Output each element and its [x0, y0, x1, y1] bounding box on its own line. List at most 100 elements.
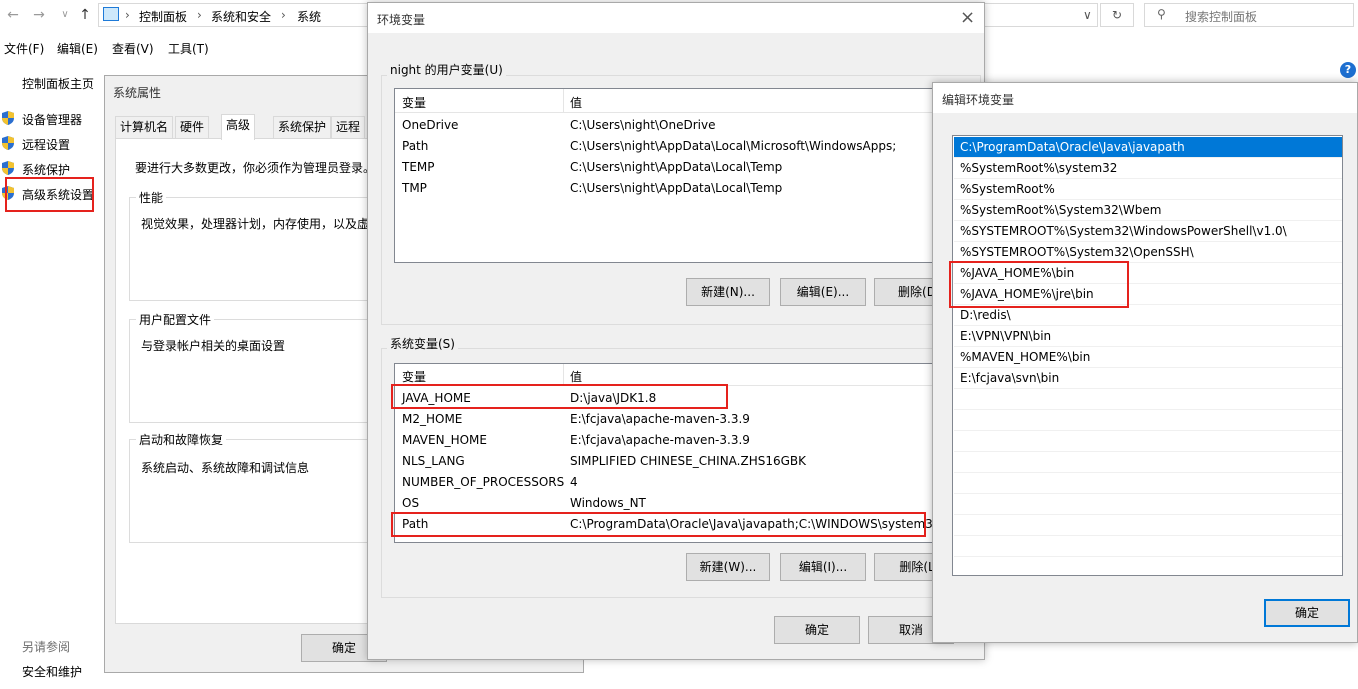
var-value: E:\fcjava\apache-maven-3.3.9	[570, 433, 750, 447]
tab-hardware[interactable]: 硬件	[175, 116, 210, 138]
user-new-button[interactable]: 新建(N)...	[686, 278, 770, 306]
var-name: M2_HOME	[402, 412, 463, 426]
user-vars-label: night 的用户变量(U)	[387, 61, 506, 78]
dialog-title: 系统属性	[113, 86, 162, 100]
search-icon: ⚲	[1157, 7, 1166, 21]
list-item	[954, 389, 1342, 410]
control-panel-home-link[interactable]: 控制面板主页	[22, 75, 94, 92]
breadcrumb-system[interactable]: 系统	[297, 8, 321, 25]
var-name: OS	[402, 496, 420, 510]
list-item[interactable]: %SystemRoot%	[954, 179, 1342, 200]
system-protection-link[interactable]: 系统保护	[22, 161, 70, 178]
security-maintenance-link[interactable]: 安全和维护	[22, 663, 82, 680]
list-item	[954, 536, 1342, 557]
var-name: NUMBER_OF_PROCESSORS	[402, 475, 565, 489]
list-item[interactable]: OneDrive C:\Users\night\OneDrive	[395, 115, 985, 136]
breadcrumb-separator-icon: ›	[197, 8, 202, 22]
startup-recovery-desc: 系统启动、系统故障和调试信息	[141, 461, 310, 475]
performance-label: 性能	[136, 189, 167, 206]
list-header: 变量 值	[395, 89, 985, 113]
performance-desc: 视觉效果，处理器计划，内存使用，以及虚	[141, 217, 370, 231]
list-item[interactable]: D:\redis\	[954, 305, 1342, 326]
list-item[interactable]: %SystemRoot%\System32\Wbem	[954, 200, 1342, 221]
tab-computer-name[interactable]: 计算机名	[115, 116, 174, 138]
path-list[interactable]: C:\ProgramData\Oracle\Java\javapath %Sys…	[952, 135, 1343, 576]
list-item[interactable]: %SYSTEMROOT%\System32\WindowsPowerShell\…	[954, 221, 1342, 242]
help-icon[interactable]: ?	[1340, 62, 1356, 78]
column-header-value[interactable]: 值	[570, 368, 582, 385]
tab-advanced[interactable]: 高级	[221, 114, 256, 140]
list-item	[954, 473, 1342, 494]
highlight-box	[391, 384, 728, 409]
menu-edit[interactable]: 编辑(E)	[57, 40, 98, 57]
tab-system-protection[interactable]: 系统保护	[273, 116, 332, 138]
breadcrumb-separator-icon: ›	[125, 8, 130, 22]
list-item[interactable]: OS Windows_NT	[395, 493, 985, 514]
list-item[interactable]: %MAVEN_HOME%\bin	[954, 347, 1342, 368]
list-item	[954, 452, 1342, 473]
column-header-variable[interactable]: 变量	[402, 94, 426, 111]
list-item[interactable]: %SystemRoot%\system32	[954, 158, 1342, 179]
chevron-down-icon[interactable]: ∨	[1083, 8, 1092, 22]
var-value: Windows_NT	[570, 496, 646, 510]
breadcrumb-control-panel[interactable]: 控制面板	[139, 8, 187, 25]
control-panel-icon	[103, 7, 119, 21]
up-arrow-icon[interactable]: ↑	[76, 6, 94, 24]
column-header-variable[interactable]: 变量	[402, 368, 426, 385]
highlight-box	[391, 512, 926, 537]
user-profile-label: 用户配置文件	[136, 311, 215, 328]
refresh-icon[interactable]: ↻	[1100, 3, 1134, 27]
list-item[interactable]: TMP C:\Users\night\AppData\Local\Temp	[395, 178, 985, 199]
highlight-box	[949, 261, 1129, 308]
menu-tools[interactable]: 工具(T)	[168, 40, 209, 57]
chevron-down-icon[interactable]: ∨	[56, 6, 74, 24]
close-icon[interactable]: ×	[960, 7, 975, 28]
list-item[interactable]: NLS_LANG SIMPLIFIED CHINESE_CHINA.ZHS16GB…	[395, 451, 985, 472]
list-item[interactable]: E:\VPN\VPN\bin	[954, 326, 1342, 347]
tab-remote[interactable]: 远程	[331, 116, 366, 138]
dialog-title: 环境变量	[377, 13, 426, 27]
search-placeholder: 搜索控制面板	[1185, 10, 1258, 24]
menu-view[interactable]: 查看(V)	[112, 40, 154, 57]
menu-file[interactable]: 文件(F)	[4, 40, 44, 57]
column-divider	[563, 364, 564, 386]
list-item[interactable]: TEMP C:\Users\night\AppData\Local\Temp	[395, 157, 985, 178]
remote-settings-link[interactable]: 远程设置	[22, 136, 70, 153]
ok-button[interactable]: 确定	[1264, 599, 1350, 627]
dialog-title: 编辑环境变量	[942, 93, 1015, 107]
ok-button[interactable]: 确定	[774, 616, 860, 644]
list-item[interactable]: NUMBER_OF_PROCESSORS 4	[395, 472, 985, 493]
forward-arrow-icon[interactable]: →	[30, 6, 48, 24]
user-edit-button[interactable]: 编辑(E)...	[780, 278, 866, 306]
list-item[interactable]: Path C:\Users\night\AppData\Local\Microso…	[395, 136, 985, 157]
var-name: NLS_LANG	[402, 454, 465, 468]
see-also-heading: 另请参阅	[22, 640, 71, 654]
shield-icon	[0, 135, 16, 151]
breadcrumb-separator-icon: ›	[281, 8, 286, 22]
device-manager-link[interactable]: 设备管理器	[22, 111, 82, 128]
var-value: SIMPLIFIED CHINESE_CHINA.ZHS16GBK	[570, 454, 807, 468]
list-item[interactable]: MAVEN_HOME E:\fcjava\apache-maven-3.3.9	[395, 430, 985, 451]
startup-recovery-label: 启动和故障恢复	[136, 431, 227, 448]
back-arrow-icon[interactable]: ←	[4, 6, 22, 24]
environment-variables-dialog: 环境变量 × night 的用户变量(U) 变量 值 OneDrive C:\Us…	[367, 2, 985, 660]
list-header: 变量 值	[395, 364, 985, 386]
var-value: C:\Users\night\AppData\Local\Microsoft\W…	[570, 139, 897, 153]
var-name: OneDrive	[402, 118, 459, 132]
list-item	[954, 494, 1342, 515]
var-name: MAVEN_HOME	[402, 433, 487, 447]
column-header-value[interactable]: 值	[570, 94, 582, 111]
user-profile-desc: 与登录帐户相关的桌面设置	[141, 339, 286, 353]
user-vars-list[interactable]: 变量 值 OneDrive C:\Users\night\OneDrive Pat…	[394, 88, 985, 263]
system-edit-button[interactable]: 编辑(I)...	[780, 553, 866, 581]
list-item[interactable]: C:\ProgramData\Oracle\Java\javapath	[954, 137, 1342, 158]
var-name: TEMP	[402, 160, 435, 174]
breadcrumb-system-security[interactable]: 系统和安全	[211, 8, 271, 25]
var-name: Path	[402, 139, 429, 153]
list-item[interactable]: M2_HOME E:\fcjava\apache-maven-3.3.9	[395, 409, 985, 430]
system-new-button[interactable]: 新建(W)...	[686, 553, 770, 581]
list-item[interactable]: %SYSTEMROOT%\System32\OpenSSH\	[954, 242, 1342, 263]
list-item[interactable]: E:\fcjava\svn\bin	[954, 368, 1342, 389]
search-input[interactable]: ⚲ 搜索控制面板	[1144, 3, 1354, 27]
list-item	[954, 515, 1342, 536]
